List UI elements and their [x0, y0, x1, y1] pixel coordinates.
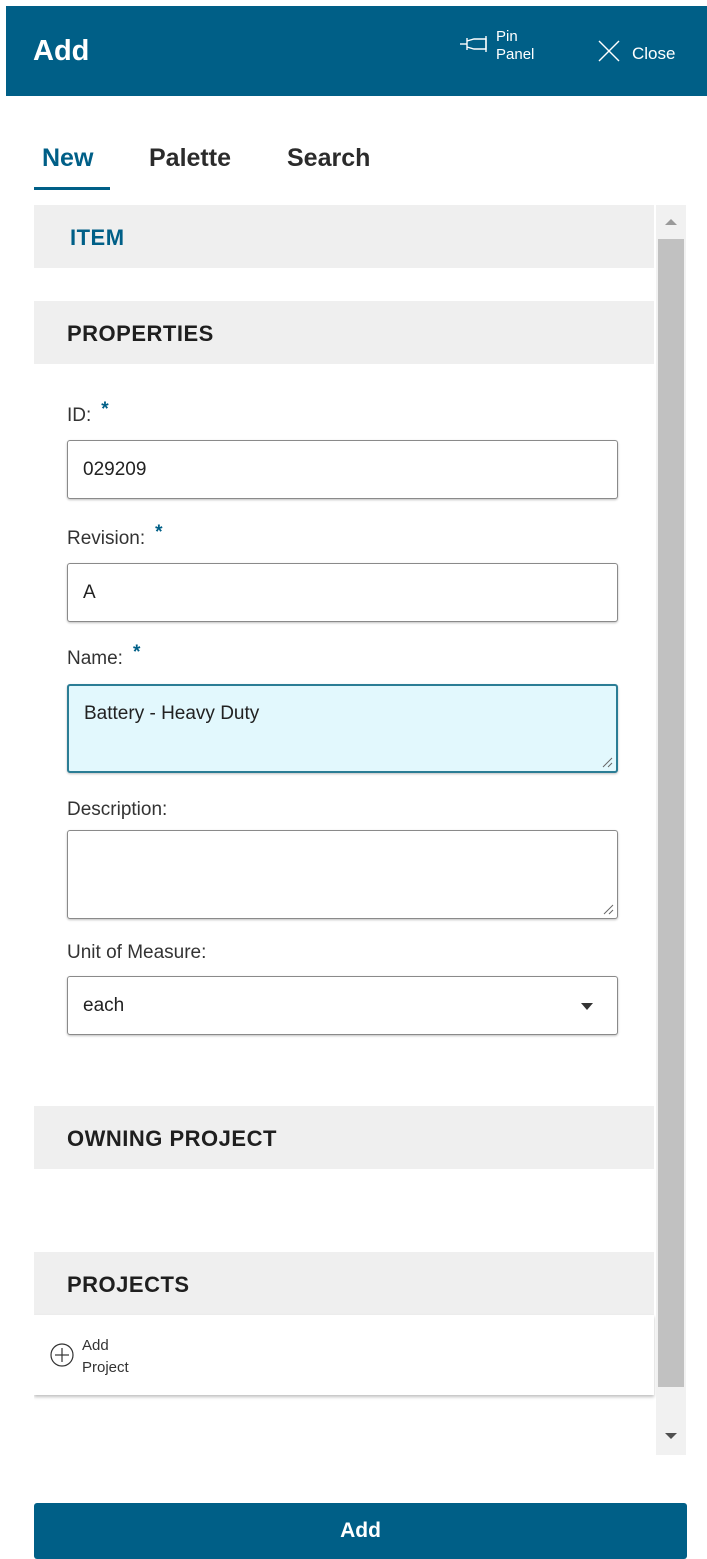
- scroll-up-icon[interactable]: [665, 219, 677, 225]
- chevron-down-icon: [581, 1003, 593, 1010]
- id-value: 029209: [83, 459, 147, 480]
- id-label: ID: *: [67, 399, 109, 426]
- panel-header: Add Pin Panel Close: [6, 6, 707, 96]
- tab-search[interactable]: Search: [287, 144, 370, 173]
- required-marker: *: [132, 642, 141, 663]
- required-marker: *: [101, 399, 109, 420]
- section-properties-header[interactable]: PROPERTIES: [34, 301, 654, 364]
- close-button[interactable]: Close: [596, 38, 675, 69]
- revision-label: Revision: *: [67, 522, 163, 549]
- section-owning-project-header[interactable]: OWNING PROJECT: [34, 1106, 654, 1169]
- description-field[interactable]: [67, 830, 618, 919]
- tab-palette[interactable]: Palette: [149, 144, 231, 173]
- pin-icon: [456, 31, 496, 62]
- add-project-button[interactable]: Add Project: [48, 1335, 152, 1379]
- revision-value: A: [83, 582, 96, 603]
- scrollbar-thumb[interactable]: [658, 239, 684, 1387]
- active-tab-indicator: [34, 187, 110, 190]
- close-label: Close: [632, 43, 676, 63]
- unit-of-measure-label: Unit of Measure:: [67, 942, 207, 963]
- required-marker: *: [155, 522, 163, 543]
- section-item-title: ITEM: [70, 225, 125, 250]
- revision-field[interactable]: A: [67, 563, 618, 622]
- name-field[interactable]: Battery - Heavy Duty: [67, 684, 618, 773]
- section-projects-title: PROJECTS: [67, 1272, 190, 1297]
- add-project-label: Add Project: [82, 1337, 129, 1376]
- section-owning-project-title: OWNING PROJECT: [67, 1126, 277, 1151]
- tab-new[interactable]: New: [42, 144, 93, 173]
- description-label: Description:: [67, 799, 168, 820]
- projects-list: Add Project: [34, 1315, 654, 1395]
- resize-handle-icon[interactable]: [601, 756, 613, 768]
- close-icon: [596, 38, 622, 69]
- plus-circle-icon: [48, 1341, 76, 1374]
- scroll-down-icon[interactable]: [665, 1433, 677, 1439]
- unit-of-measure-select[interactable]: each: [67, 976, 618, 1035]
- resize-handle-icon[interactable]: [602, 903, 614, 915]
- vertical-scrollbar[interactable]: [656, 205, 686, 1455]
- section-item-header[interactable]: ITEM: [34, 205, 654, 268]
- pin-panel-label: Pin Panel: [496, 28, 535, 63]
- name-label: Name: *: [67, 642, 141, 669]
- id-field[interactable]: 029209: [67, 440, 618, 499]
- unit-of-measure-value: each: [83, 995, 125, 1016]
- form-scroll-area[interactable]: ITEM PROPERTIES ID: * 029209 Revision: * A…: [34, 205, 688, 1455]
- name-value: Battery - Heavy Duty: [84, 703, 260, 724]
- section-projects-header[interactable]: PROJECTS: [34, 1252, 654, 1315]
- section-properties-title: PROPERTIES: [67, 321, 214, 346]
- pin-panel-button[interactable]: Pin Panel: [456, 28, 536, 64]
- panel-title: Add: [33, 35, 90, 67]
